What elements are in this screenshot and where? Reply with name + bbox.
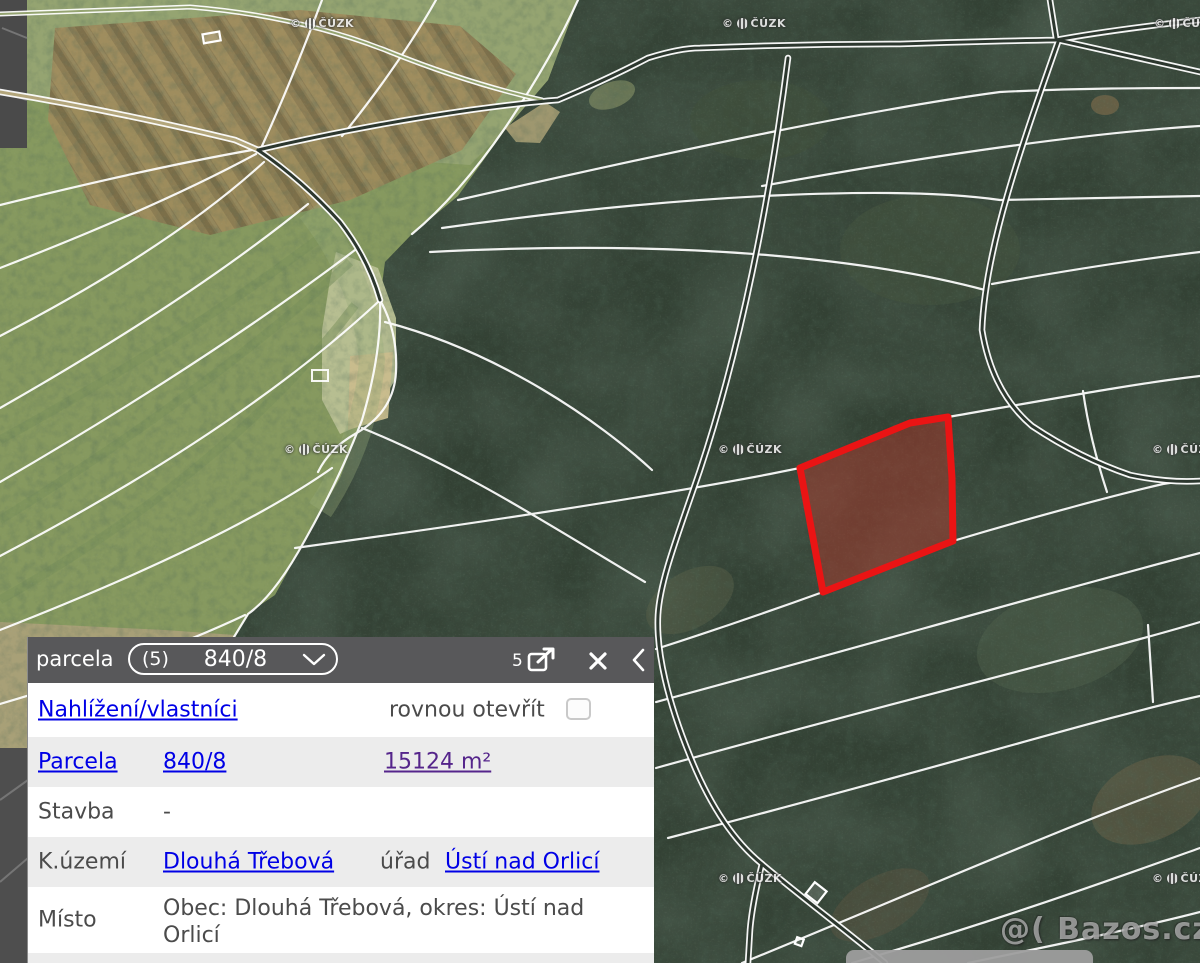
map-viewer: ©ČÚZK ©ČÚZK ©ČÚZK ©ČÚZK ©ČÚZK ©ČÚZK ©ČÚZ… <box>0 0 1200 963</box>
misto-label: Místo <box>38 908 97 933</box>
misto-value: Obec: Dlouhá Třebová, okres: Ústí nad Or… <box>163 895 645 949</box>
row-next-partial <box>28 953 654 963</box>
panel-title: parcela <box>36 647 114 671</box>
kuzemi-label: K.území <box>38 850 126 875</box>
share-icon[interactable] <box>525 645 559 675</box>
parcel-area-link[interactable]: 15124 m² <box>384 750 491 775</box>
parcel-number-link[interactable]: 840/8 <box>163 750 226 775</box>
row-misto: Místo Obec: Dlouhá Třebová, okres: Ústí … <box>28 887 654 953</box>
chevron-down-icon <box>302 653 326 666</box>
parcel-selector-dropdown[interactable]: (5) 840/8 <box>128 643 338 675</box>
parcel-count: (5) <box>142 648 169 670</box>
collapse-panel-icon[interactable] <box>628 648 648 672</box>
close-icon[interactable] <box>586 649 610 673</box>
rovnou-otevrit-checkbox[interactable] <box>566 698 591 720</box>
parcel-info-panel: parcela (5) 840/8 5 <box>27 637 654 963</box>
rovnou-otevrit-label: rovnou otevřít <box>389 698 545 723</box>
row-stavba: Stavba - <box>28 787 654 837</box>
row-nahlizeni: Nahlížení/vlastníci rovnou otevřít <box>28 683 654 737</box>
stavba-label: Stavba <box>38 800 115 825</box>
parcela-link[interactable]: Parcela <box>38 750 118 775</box>
row-parcela: Parcela 840/8 15124 m² <box>28 737 654 787</box>
urad-label: úřad <box>380 850 430 875</box>
kuzemi-link[interactable]: Dlouhá Třebová <box>163 850 334 875</box>
attribution-pill <box>846 950 1093 963</box>
selected-parcel-number: 840/8 <box>169 647 302 672</box>
row-kuzemi: K.území Dlouhá Třebová úřad Ústí nad Orl… <box>28 837 654 887</box>
nahlizeni-vlastnici-link[interactable]: Nahlížení/vlastníci <box>38 698 238 723</box>
share-count-badge: 5 <box>512 651 523 671</box>
urad-link[interactable]: Ústí nad Orlicí <box>445 850 599 875</box>
panel-header: parcela (5) 840/8 5 <box>28 637 654 683</box>
stavba-value: - <box>163 800 171 825</box>
